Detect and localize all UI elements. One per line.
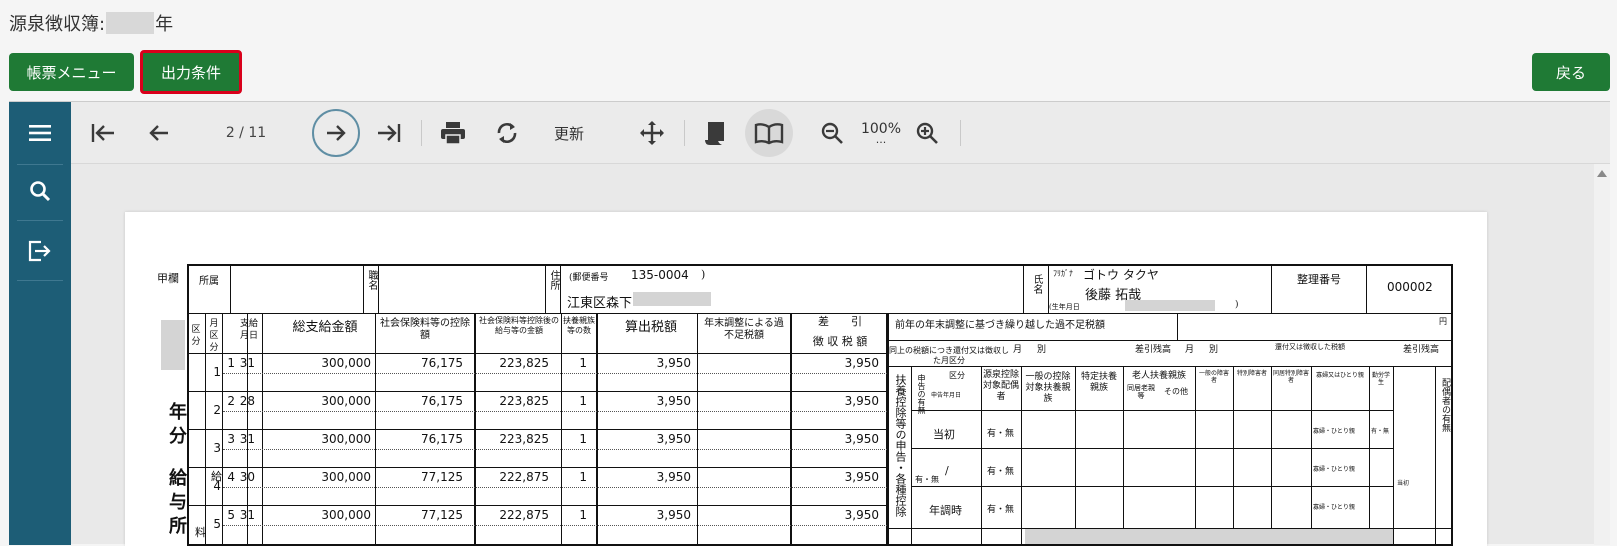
toolbar-separator [684, 120, 685, 146]
book-view-icon[interactable] [745, 109, 793, 157]
vertical-title-char: 給 [169, 468, 187, 489]
single-page-icon[interactable] [697, 112, 733, 154]
vertical-scrollbar[interactable] [1594, 164, 1610, 545]
sidebar-divider [17, 220, 63, 221]
zoom-more-indicator: ... [875, 133, 887, 146]
side-label-kou: 甲欄 [157, 272, 179, 285]
output-conditions-button[interactable]: 出力条件 [140, 50, 242, 94]
toolbar-separator [960, 120, 961, 146]
export-icon[interactable] [21, 232, 59, 270]
report-viewer: 2 / 11 更新 100% ... 甲欄 年 分 給 与 所 所属 職名 住所… [9, 101, 1610, 546]
report-menu-button[interactable]: 帳票メニュー [9, 53, 134, 91]
vertical-title-char: 所 [169, 516, 187, 537]
vertical-title-char: 年 [169, 402, 187, 423]
zoom-out-icon[interactable] [814, 112, 850, 154]
last-page-icon[interactable] [371, 112, 407, 154]
previous-page-icon[interactable] [141, 112, 177, 154]
viewer-toolbar: 2 / 11 更新 100% ... [71, 102, 1610, 164]
page-title-suffix: 年 [155, 14, 174, 35]
page-indicator[interactable]: 2 / 11 [211, 112, 281, 154]
next-page-icon[interactable] [312, 109, 360, 157]
print-icon[interactable] [435, 112, 471, 154]
toolbar-separator [421, 120, 422, 146]
zoom-in-icon[interactable] [909, 112, 945, 154]
sidebar-divider [17, 280, 63, 281]
refresh-label[interactable]: 更新 [545, 112, 593, 154]
redacted-year [106, 12, 155, 34]
page-title: 源泉徴収簿: 年 [9, 10, 173, 36]
viewer-sidebar [9, 102, 71, 545]
first-page-icon[interactable] [85, 112, 121, 154]
menu-icon[interactable] [21, 114, 59, 152]
back-button[interactable]: 戻る [1532, 53, 1610, 91]
redacted-block [161, 320, 185, 370]
pan-icon[interactable] [634, 112, 670, 154]
sidebar-divider [17, 164, 63, 165]
form-outline [187, 264, 1453, 546]
page-title-prefix: 源泉徴収簿: [9, 14, 106, 35]
withholding-ledger-form: 甲欄 年 分 給 与 所 所属 職名 住所 (郵便番号 135-0004 ) 江… [125, 212, 1487, 546]
document-page: 甲欄 年 分 給 与 所 所属 職名 住所 (郵便番号 135-0004 ) 江… [125, 212, 1487, 546]
vertical-title-char: 分 [169, 426, 187, 447]
zoom-level[interactable]: 100% ... [855, 112, 907, 154]
vertical-title-char: 与 [169, 492, 187, 513]
refresh-icon[interactable] [489, 112, 525, 154]
scroll-up-icon[interactable] [1597, 170, 1607, 177]
search-icon[interactable] [21, 172, 59, 210]
